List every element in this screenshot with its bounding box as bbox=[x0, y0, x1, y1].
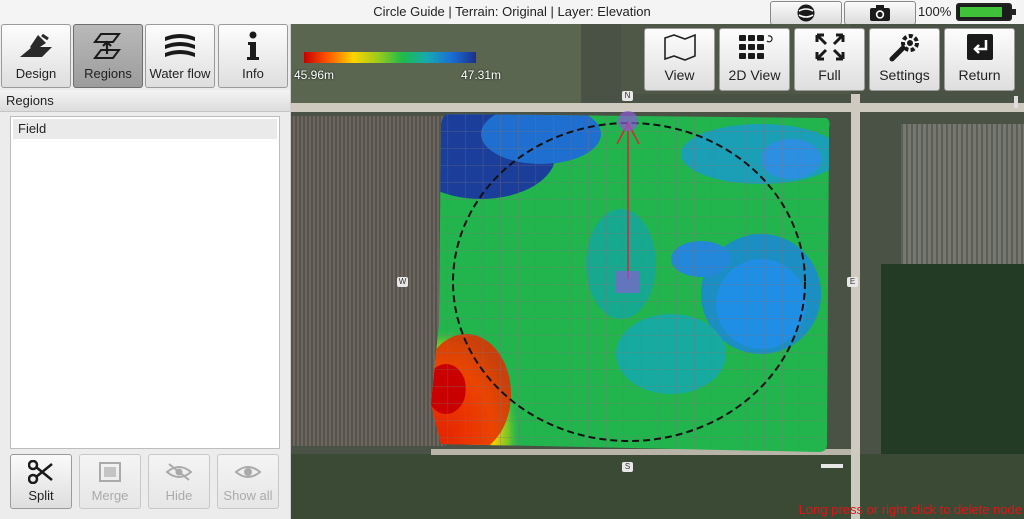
hide-label: Hide bbox=[165, 488, 193, 503]
map-scroll-indicator bbox=[1014, 96, 1018, 108]
compass-north: N bbox=[622, 91, 633, 101]
compass-west: W bbox=[397, 277, 408, 287]
tab-water-flow[interactable]: Water flow bbox=[145, 24, 215, 88]
compass-east: E bbox=[847, 277, 858, 287]
map-icon bbox=[663, 31, 697, 63]
grid-refresh-icon bbox=[735, 31, 775, 63]
design-icon bbox=[16, 30, 56, 62]
legend-min-label: 45.96m bbox=[294, 68, 335, 82]
tab-label: Regions bbox=[84, 66, 132, 81]
merge-button[interactable]: Merge bbox=[79, 454, 141, 509]
scissors-icon bbox=[28, 459, 54, 485]
battery-percent: 100% bbox=[918, 4, 952, 19]
2d-view-button[interactable]: 2D View bbox=[719, 28, 790, 91]
merge-icon bbox=[97, 459, 123, 485]
list-item[interactable]: Field bbox=[13, 119, 277, 139]
legend-max-label: 47.31m bbox=[461, 68, 502, 82]
water-flow-icon bbox=[162, 30, 198, 62]
show-all-label: Show all bbox=[223, 488, 273, 503]
regions-icon bbox=[91, 30, 125, 62]
settings-button[interactable]: Settings bbox=[869, 28, 940, 91]
tab-regions[interactable]: Regions bbox=[73, 24, 143, 88]
eye-icon bbox=[234, 459, 262, 485]
merge-label: Merge bbox=[91, 488, 129, 503]
return-button[interactable]: Return bbox=[944, 28, 1015, 91]
globe-icon bbox=[797, 4, 815, 22]
tab-label: Water flow bbox=[149, 66, 211, 81]
elevation-legend-bar bbox=[304, 52, 476, 63]
regions-header: Regions bbox=[0, 90, 290, 112]
region-list[interactable]: Field bbox=[10, 116, 280, 449]
tab-design[interactable]: Design bbox=[1, 24, 71, 88]
camera-icon bbox=[870, 5, 890, 21]
view-button[interactable]: View bbox=[644, 28, 715, 91]
2d-view-label: 2D View bbox=[728, 67, 781, 83]
show-all-button[interactable]: Show all bbox=[217, 454, 279, 509]
compass-south: S bbox=[622, 462, 633, 472]
map-view[interactable]: N S E W 45.96m 47.31m View 2D View Full … bbox=[291, 24, 1024, 519]
fullscreen-icon bbox=[814, 31, 846, 63]
return-label: Return bbox=[958, 67, 1001, 83]
tab-label: Design bbox=[15, 66, 57, 81]
camera-button[interactable] bbox=[844, 1, 916, 25]
hint-text: Long press or right click to delete node bbox=[798, 502, 1022, 517]
return-icon bbox=[965, 31, 995, 63]
full-button[interactable]: Full bbox=[794, 28, 865, 91]
title-bar: Circle Guide | Terrain: Original | Layer… bbox=[0, 0, 1024, 25]
tab-label: Info bbox=[242, 66, 264, 81]
left-panel: Design Regions Water flow Info Regions F… bbox=[0, 24, 291, 519]
hide-button[interactable]: Hide bbox=[148, 454, 210, 509]
wrench-gear-icon bbox=[889, 31, 921, 63]
split-label: Split bbox=[28, 488, 54, 503]
elevation-map[interactable] bbox=[291, 24, 1024, 519]
node-top bbox=[618, 111, 638, 131]
battery-icon bbox=[956, 3, 1016, 21]
eye-hidden-icon bbox=[165, 459, 193, 485]
settings-label: Settings bbox=[879, 67, 930, 83]
tab-info[interactable]: Info bbox=[218, 24, 288, 88]
globe-button[interactable] bbox=[770, 1, 842, 25]
node-center bbox=[616, 271, 640, 293]
view-label: View bbox=[664, 67, 695, 83]
split-button[interactable]: Split bbox=[10, 454, 72, 509]
full-label: Full bbox=[818, 67, 841, 83]
info-icon bbox=[245, 30, 261, 62]
